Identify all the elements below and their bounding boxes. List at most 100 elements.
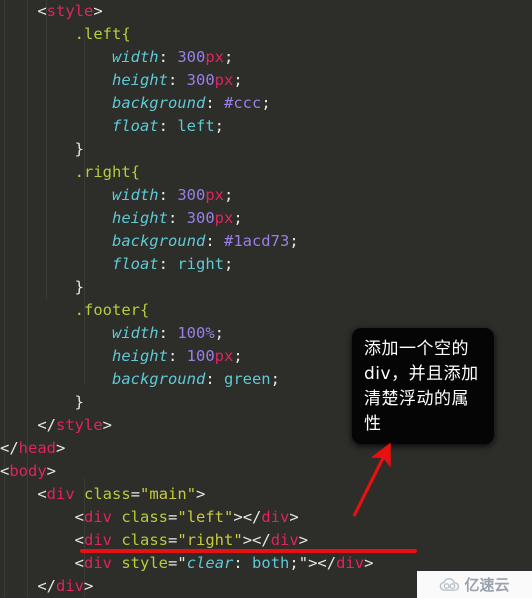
code-line[interactable]: <style> [0,0,532,23]
code-token: > [364,554,374,572]
code-token: > [84,577,94,595]
code-token: 100 [186,347,215,365]
code-line[interactable]: <body> [0,460,532,483]
code-line[interactable]: background: #1acd73; [0,230,532,253]
code-token: head [18,439,56,457]
code-token: px [214,71,234,89]
code-line[interactable]: float: left; [0,115,532,138]
code-token: div [270,531,299,549]
code-token: height [111,71,168,89]
code-token: "left" [177,508,234,526]
code-line[interactable]: width: 300px; [0,46,532,69]
code-token: clear [186,554,234,572]
code-token: > [289,508,299,526]
code-token: background [111,370,206,388]
code-token: "main" [140,485,197,503]
code-token: ; [233,347,243,365]
code-token: ; [233,71,243,89]
code-token: 300 [177,186,206,204]
code-token: float [111,117,159,135]
code-token: ; [289,554,299,572]
cloud-icon [440,577,460,591]
code-token: height [111,209,168,227]
code-line[interactable]: } [0,276,532,299]
code-token: < [74,531,84,549]
code-token: > [56,439,66,457]
code-line[interactable]: } [0,138,532,161]
code-token: .footer{ [74,301,150,319]
code-token: float [111,255,159,273]
code-token: > [233,508,243,526]
code-line[interactable]: .left{ [0,23,532,46]
code-token: 300 [186,209,215,227]
code-token: ; [224,255,234,273]
code-token: = [168,508,178,526]
code-token: #1acd73 [223,232,290,250]
code-line[interactable]: background: #ccc; [0,92,532,115]
code-token: 300 [177,48,206,66]
code-token: < [37,485,47,503]
code-token: > [46,462,57,480]
code-token: : [158,48,178,66]
code-token: </ [37,577,56,595]
code-token: > [308,554,318,572]
code-token: < [0,462,10,480]
code-token: </ [37,416,56,434]
code-line[interactable]: .right{ [0,161,532,184]
code-token: px [214,209,234,227]
code-token: > [102,416,113,434]
code-token: : [205,370,224,388]
code-token: < [74,554,84,572]
code-token: </ [0,439,19,457]
code-token: style [46,2,94,20]
code-token: ; [214,117,224,135]
code-line[interactable]: <div class="main"> [0,483,532,506]
code-editor-content[interactable]: <style> .left{ width: 300px; height: 300… [0,0,532,598]
code-line[interactable]: height: 300px; [0,207,532,230]
code-token: right [177,255,224,273]
code-token: = [130,485,141,503]
code-token: div [336,554,365,572]
code-token: width [111,324,159,342]
code-token: #ccc [223,94,262,112]
code-token: } [74,278,84,296]
code-token: width [111,186,159,204]
code-line[interactable]: float: right; [0,253,532,276]
code-token: ; [224,186,234,204]
code-token: < [37,2,47,20]
code-token: : [167,347,187,365]
code-token: px [205,48,224,66]
code-line[interactable]: height: 300px; [0,69,532,92]
code-line[interactable]: width: 300px; [0,184,532,207]
code-token: " [298,554,309,572]
code-token: green [223,370,271,388]
code-token: div [261,508,290,526]
code-token: "right" [177,531,243,549]
code-token: = [168,531,178,549]
code-token: : [233,554,253,572]
code-line[interactable]: <div class="left"></div> [0,506,532,529]
code-line[interactable]: .footer{ [0,299,532,322]
code-token: > [93,2,103,20]
code-token: px [214,347,234,365]
code-token: </ [252,531,271,549]
